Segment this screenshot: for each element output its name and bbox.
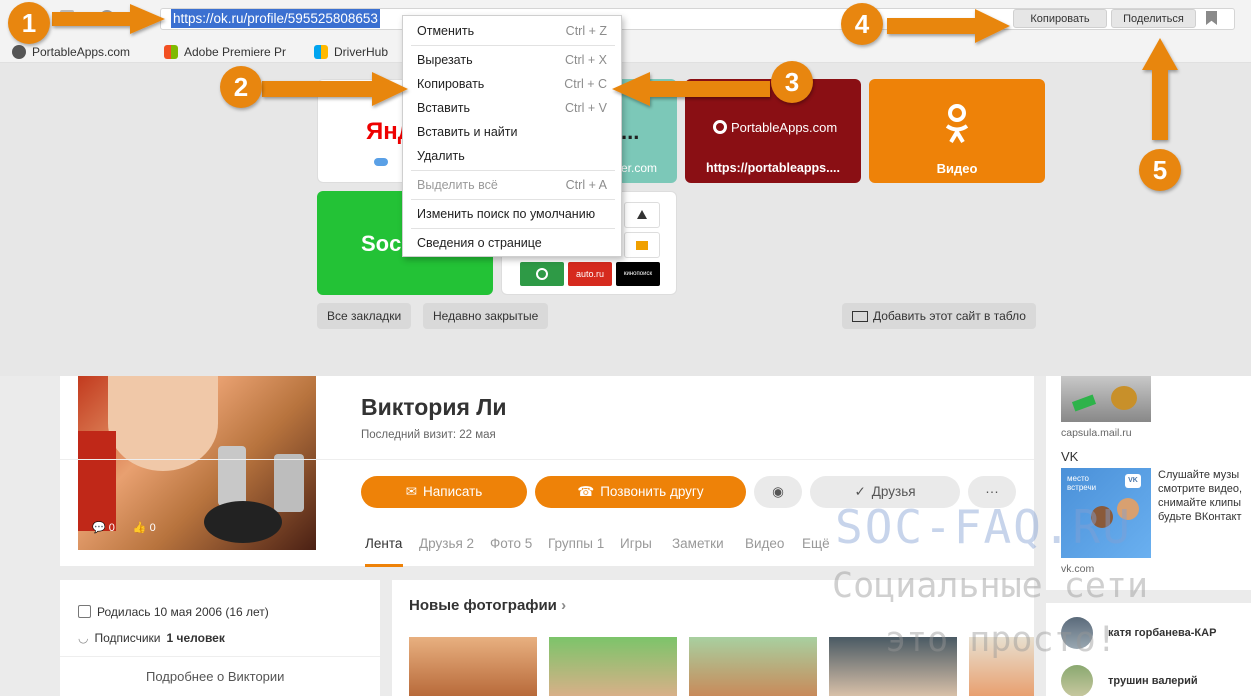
arrow-2-icon bbox=[262, 72, 408, 106]
annotation-badge-3: 3 bbox=[771, 61, 813, 103]
annotation-badge-2: 2 bbox=[220, 66, 262, 108]
annotation-badge-4: 4 bbox=[841, 3, 883, 45]
annotation-badge-5: 5 bbox=[1139, 149, 1181, 191]
annotation-arrows bbox=[52, 4, 1178, 140]
arrow-4-icon bbox=[887, 9, 1010, 43]
annotation-badge-1: 1 bbox=[8, 2, 50, 44]
screenshot-root: https://ok.ru/profile/595525808653 Копир… bbox=[0, 0, 1251, 696]
arrow-1-icon bbox=[52, 4, 165, 34]
arrow-3-icon bbox=[612, 72, 770, 106]
arrow-5-icon bbox=[1142, 38, 1178, 140]
